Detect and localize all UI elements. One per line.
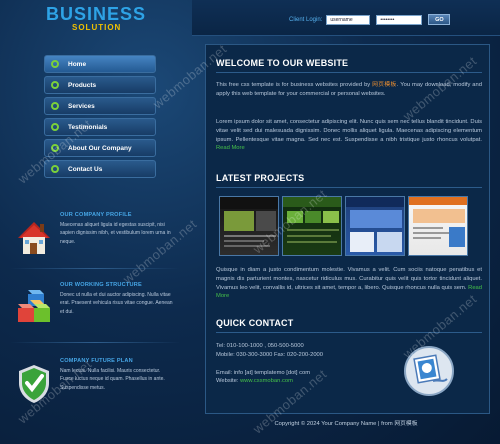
house-icon — [18, 222, 50, 254]
template-preview-image — [283, 197, 341, 243]
welcome-paragraph-2: Lorem ipsum dolor sit amet, consectetur … — [216, 118, 482, 153]
circle-icon — [51, 123, 59, 131]
projects-title: LATEST PROJECTS — [216, 173, 305, 183]
mail-stamp-icon — [404, 346, 454, 396]
circle-icon — [51, 60, 59, 68]
read-more-link[interactable]: Read More — [216, 145, 245, 151]
circle-icon — [51, 81, 59, 89]
template-preview-image — [346, 197, 404, 252]
nav-item-contact[interactable]: Contact Us — [44, 160, 156, 178]
text: This free css template is for business w… — [216, 82, 373, 88]
logo-title: BUSINESS — [46, 4, 147, 24]
text: Website: — [216, 378, 241, 385]
sidebar-title: COMPANY FUTURE PLAN — [60, 358, 133, 364]
nav-item-testimonials[interactable]: Testimonials — [44, 118, 156, 136]
nav-label: Services — [68, 102, 95, 110]
login-go-button[interactable]: GO — [428, 14, 451, 25]
project-thumbnail[interactable] — [282, 196, 342, 256]
nav-label: Contact Us — [68, 165, 103, 173]
sidebar-body: Nam lectus. Nulla facilisi. Mauris conse… — [60, 368, 165, 391]
sidebar-body: Donec ut nulla et dui auctor adipiscing.… — [60, 292, 173, 315]
circle-icon — [51, 165, 59, 173]
project-thumbnails — [219, 196, 479, 256]
divider — [10, 268, 180, 269]
divider — [216, 72, 482, 73]
contact-tel: Tel: 010-100-1000 , 050-500-5000 — [216, 343, 304, 349]
project-thumbnail[interactable] — [219, 196, 279, 256]
sidebar-text: COMPANY FUTURE PLAN Nam lectus. Nulla fa… — [60, 358, 174, 392]
logo[interactable]: BUSINESS SOLUTION — [46, 4, 146, 32]
sidebar-text: OUR WORKING STRUCTURE Donec ut nulla et … — [60, 282, 174, 316]
main-content: WELCOME TO OUR WEBSITE This free css tem… — [205, 44, 490, 414]
contact-email: Email: info [at] templatemo [dot] com — [216, 369, 311, 376]
left-column: BUSINESS SOLUTION Home Products Services… — [0, 0, 185, 444]
shield-check-icon — [19, 365, 49, 403]
username-input[interactable] — [326, 14, 371, 25]
text: Lorem ipsum dolor sit amet, consectetur … — [216, 119, 482, 143]
contact-mobile: Mobile: 030-300-3000 Fax: 020-200-2000 — [216, 351, 323, 358]
divider — [216, 332, 482, 333]
template-preview-image — [220, 197, 278, 247]
contact-website: Website: www.cssmoban.com — [216, 377, 416, 386]
nav-item-services[interactable]: Services — [44, 97, 156, 115]
sidebar-body: Maecenas aliquet ligula id egestas susci… — [60, 222, 171, 245]
login-form: Client Login: GO — [289, 14, 451, 25]
brand-link[interactable]: 网页模板 — [372, 82, 397, 88]
nav-label: Testimonials — [68, 123, 108, 131]
divider — [10, 342, 180, 343]
nav-item-products[interactable]: Products — [44, 76, 156, 94]
contact-details: Tel: 010-100-1000 , 050-500-5000 Mobile:… — [216, 342, 416, 386]
cubes-icon — [18, 290, 50, 322]
project-thumbnail[interactable] — [345, 196, 405, 256]
contact-title: QUICK CONTACT — [216, 318, 294, 328]
sidebar-title: OUR COMPANY PROFILE — [60, 212, 132, 218]
login-label: Client Login: — [289, 16, 323, 23]
circle-icon — [51, 102, 59, 110]
password-input[interactable] — [376, 14, 423, 25]
nav-item-home[interactable]: Home — [44, 55, 156, 73]
nav-label: About Our Company — [68, 144, 132, 152]
website-link[interactable]: www.cssmoban.com — [240, 378, 293, 384]
projects-paragraph: Quisque in diam a justo condimentum mole… — [216, 266, 482, 301]
nav-item-about[interactable]: About Our Company — [44, 139, 156, 157]
sidebar-title: OUR WORKING STRUCTURE — [60, 282, 142, 288]
welcome-paragraph-1: This free css template is for business w… — [216, 81, 482, 99]
welcome-title: WELCOME TO OUR WEBSITE — [216, 58, 349, 68]
main-nav: Home Products Services Testimonials Abou… — [44, 55, 156, 181]
circle-icon — [51, 144, 59, 152]
nav-label: Products — [68, 81, 97, 89]
page: BUSINESS SOLUTION Home Products Services… — [0, 0, 500, 444]
text: Quisque in diam a justo condimentum mole… — [216, 267, 482, 291]
footer: Copyright © 2024 Your Company Name | fro… — [274, 421, 418, 427]
sidebar-text: OUR COMPANY PROFILE Maecenas aliquet lig… — [60, 212, 174, 246]
nav-label: Home — [68, 60, 87, 68]
project-thumbnail[interactable] — [408, 196, 468, 256]
template-preview-image — [409, 197, 467, 247]
divider — [216, 187, 482, 188]
